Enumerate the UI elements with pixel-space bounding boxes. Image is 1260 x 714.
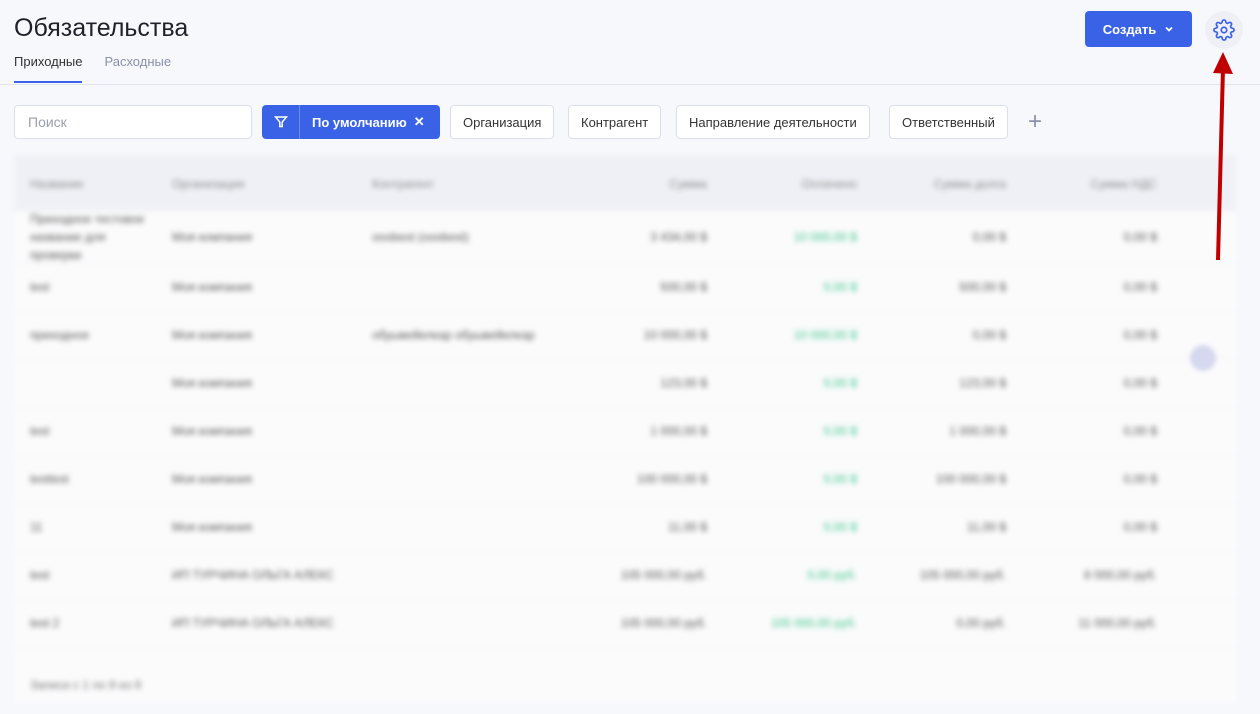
table-cell: Моя компания	[172, 327, 252, 342]
table-cell: 0,00 $	[1123, 375, 1157, 390]
table-cell: 10 000,00 $	[793, 327, 857, 342]
column-header[interactable]: Сумма долга	[934, 175, 1006, 193]
create-label: Создать	[1102, 21, 1157, 37]
side-button[interactable]	[1190, 345, 1216, 371]
table-cell: 3 434,00 $	[650, 229, 707, 244]
table-cell: 10 000,00 $	[793, 229, 857, 244]
table-cell: Моя компания	[172, 423, 252, 438]
table-cell: 0,00 $	[1123, 229, 1157, 244]
page-title: Обязательства	[14, 14, 189, 42]
add-filter-icon[interactable]: +	[1028, 108, 1042, 136]
table-cell: 0,00 $	[1123, 423, 1157, 438]
table-cell: 0,00 $	[823, 471, 857, 486]
gear-icon	[1213, 19, 1235, 41]
table-cell: 105 000,00 руб.	[620, 567, 707, 582]
table-cell: 105 000,00 руб.	[770, 615, 857, 630]
table-cell: 0,00 $	[1123, 471, 1157, 486]
search-input[interactable]	[14, 105, 252, 139]
table-cell: ИП ТУРЧИНА ОЛЬГА АЛЕКС	[172, 567, 334, 582]
tabs: Приходные Расходные	[14, 54, 171, 83]
table-cell: test 2	[30, 615, 60, 630]
table-cell: 105 000,00 руб.	[919, 567, 1006, 582]
table-row[interactable]: Моя компания 123,00 $ 0,00 $ 123,00 $ 0,00 $	[14, 359, 1236, 407]
filter-organization[interactable]: Организация	[450, 105, 555, 139]
pagination-info: Записи с 1 по 9 из 9	[30, 678, 142, 692]
tab-incoming[interactable]: Приходные	[14, 54, 83, 83]
filter-counterparty[interactable]: Контрагент	[568, 105, 662, 139]
obligations-table: Название Организация Контрагент Сумма Оплаче…	[14, 155, 1236, 703]
table-cell: 500,00 $	[660, 279, 707, 294]
table-cell: 1 000,00 $	[650, 423, 707, 438]
table-cell: 0,00 $	[972, 327, 1006, 342]
table-row[interactable]: testtest Моя компания 100 000,00 $ 0,00 $ 10…	[14, 455, 1236, 503]
table-cell: обуывейелкар обуывейелкар	[372, 327, 535, 342]
table-cell: 500,00 $	[959, 279, 1006, 294]
table-cell: 123,00 $	[660, 375, 707, 390]
table-cell: 0,00 $	[1123, 279, 1157, 294]
filter-activity[interactable]: Направление деятельности	[676, 105, 870, 139]
table-row[interactable]: test ИП ТУРЧИНА ОЛЬГА АЛЕКС 105 000,00 руб…	[14, 551, 1236, 599]
table-row[interactable]: test 2 ИП ТУРЧИНА ОЛЬГА АЛЕКС 105 000,00 р…	[14, 599, 1236, 647]
table-cell: ooobest (ooobest)	[372, 229, 469, 244]
create-button[interactable]: Создать	[1085, 11, 1192, 47]
table-cell: ИП ТУРЧИНА ОЛЬГА АЛЕКС	[172, 615, 334, 630]
table-cell: 10 000,00 $	[643, 327, 707, 342]
table-cell: Моя компания	[172, 279, 252, 294]
column-header[interactable]: Оплачено	[802, 175, 857, 193]
table-cell: 0,00 $	[1123, 327, 1157, 342]
table-cell: 100 000,00 $	[636, 471, 707, 486]
table-cell: 123,00 $	[959, 375, 1006, 390]
table-cell: 11	[30, 519, 43, 534]
table-row[interactable]: приходное Моя компания обуывейелкар обуыве…	[14, 311, 1236, 359]
filter-icon[interactable]	[262, 105, 300, 139]
table-row[interactable]: 11 Моя компания 11,00 $ 0,00 $ 11,00 $ 0,00 $	[14, 503, 1236, 551]
annotation-arrow-icon	[1213, 52, 1233, 261]
table-cell: 11,00 $	[966, 519, 1006, 534]
table-cell: 0,00 руб.	[807, 567, 857, 582]
table-row[interactable]: Приходное тестовое название для проверки…	[14, 211, 1236, 263]
table-cell: 0,00 $	[823, 519, 857, 534]
table-cell: приходное	[30, 327, 90, 342]
column-header[interactable]: Название	[30, 175, 84, 193]
table-cell: test	[30, 567, 50, 582]
table-cell: 0,00 $	[1123, 519, 1157, 534]
column-header[interactable]: Организация	[172, 175, 244, 193]
table-cell: testtest	[30, 471, 69, 486]
table-cell: 6 000,00 руб.	[1084, 567, 1157, 582]
table-cell: test	[30, 279, 50, 294]
column-header[interactable]: Сумма НДС	[1091, 175, 1158, 193]
tab-outgoing[interactable]: Расходные	[104, 54, 171, 83]
table-cell: Моя компания	[172, 229, 252, 244]
table-cell: Моя компания	[172, 519, 252, 534]
table-cell: Моя компания	[172, 471, 252, 486]
column-header[interactable]: Сумма	[669, 175, 707, 193]
table-cell: 0,00 руб.	[956, 615, 1006, 630]
table-cell: Приходное тестовое название для проверки	[30, 211, 145, 262]
table-cell: 0,00 $	[823, 423, 857, 438]
table-row[interactable]: test Моя компания 1 000,00 $ 0,00 $ 1 000,00…	[14, 407, 1236, 455]
table-cell: 105 000,00 руб.	[620, 615, 707, 630]
table-cell: 100 000,00 $	[935, 471, 1006, 486]
filter-preset[interactable]: По умолчанию ✕	[262, 105, 440, 139]
table-cell: 11 000,00 руб.	[1078, 615, 1157, 630]
close-icon[interactable]: ✕	[414, 114, 425, 130]
filter-preset-label: По умолчанию	[312, 114, 407, 130]
column-header[interactable]: Контрагент	[372, 175, 434, 193]
table-cell: test	[30, 423, 50, 438]
divider	[0, 84, 1260, 85]
table-cell: 0,00 $	[972, 229, 1006, 244]
table-row[interactable]: test Моя компания 500,00 $ 0,00 $ 500,00 $ 0,…	[14, 263, 1236, 311]
table-cell: Моя компания	[172, 375, 252, 390]
table-header: Название Организация Контрагент Сумма Оплаче…	[14, 155, 1236, 211]
table-cell: 0,00 $	[823, 279, 857, 294]
table-cell: 1 000,00 $	[949, 423, 1006, 438]
chevron-down-icon	[1165, 26, 1173, 32]
filter-responsible[interactable]: Ответственный	[889, 105, 1008, 139]
table-cell: 11,00 $	[667, 519, 707, 534]
table-cell: 0,00 $	[823, 375, 857, 390]
